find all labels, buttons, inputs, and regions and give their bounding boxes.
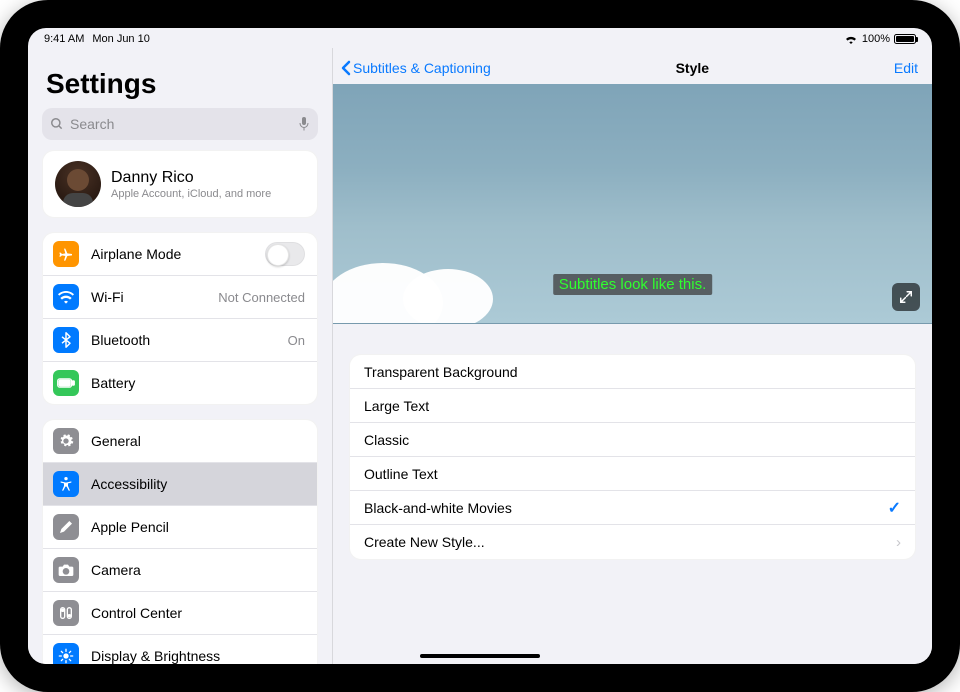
airplane-label: Airplane Mode — [91, 246, 265, 262]
account-sub: Apple Account, iCloud, and more — [111, 188, 271, 200]
bluetooth-detail: On — [288, 333, 305, 348]
settings-sidebar: Settings Search Danny Rico Apple Account… — [28, 48, 333, 664]
expand-icon — [899, 290, 913, 304]
subtitle-preview-area: Subtitles look like this. — [333, 84, 932, 324]
main-panel: Subtitles & Captioning Style Edit Subtit… — [333, 48, 932, 664]
wifi-settings-icon — [53, 284, 79, 310]
style-option-classic[interactable]: Classic — [350, 423, 915, 457]
chevron-left-icon — [341, 60, 351, 76]
search-field[interactable]: Search — [42, 108, 318, 140]
search-placeholder: Search — [70, 116, 298, 132]
control-center-label: Control Center — [91, 605, 305, 621]
sidebar-item-battery[interactable]: Battery — [43, 362, 317, 404]
cloud-graphic — [333, 223, 503, 324]
apple-pencil-label: Apple Pencil — [91, 519, 305, 535]
style-option-outline-text[interactable]: Outline Text — [350, 457, 915, 491]
back-label: Subtitles & Captioning — [353, 60, 491, 76]
chevron-right-icon: › — [896, 534, 901, 551]
sidebar-item-accessibility[interactable]: Accessibility — [43, 463, 317, 506]
bluetooth-icon — [53, 327, 79, 353]
style-option-large-text[interactable]: Large Text — [350, 389, 915, 423]
option-label: Black-and-white Movies — [364, 500, 888, 516]
airplane-toggle[interactable] — [265, 242, 305, 266]
back-button[interactable]: Subtitles & Captioning — [341, 60, 491, 76]
nav-bar: Subtitles & Captioning Style Edit — [333, 48, 932, 84]
edit-button[interactable]: Edit — [894, 60, 918, 76]
option-label: Transparent Background — [364, 364, 901, 380]
battery-settings-icon — [53, 370, 79, 396]
status-date: Mon Jun 10 — [92, 33, 149, 45]
wifi-detail: Not Connected — [218, 290, 305, 305]
sidebar-item-airplane[interactable]: Airplane Mode — [43, 233, 317, 276]
display-label: Display & Brightness — [91, 648, 305, 664]
camera-label: Camera — [91, 562, 305, 578]
pencil-icon — [53, 514, 79, 540]
sidebar-item-apple-pencil[interactable]: Apple Pencil — [43, 506, 317, 549]
wifi-label: Wi-Fi — [91, 289, 218, 305]
mic-icon[interactable] — [298, 116, 310, 132]
sidebar-item-bluetooth[interactable]: Bluetooth On — [43, 319, 317, 362]
style-option-create-new[interactable]: Create New Style... › — [350, 525, 915, 559]
camera-icon — [53, 557, 79, 583]
nav-title: Style — [676, 60, 709, 76]
subtitle-sample-text: Subtitles look like this. — [553, 274, 713, 295]
status-time: 9:41 AM — [44, 33, 84, 45]
expand-preview-button[interactable] — [892, 283, 920, 311]
settings-title: Settings — [36, 48, 324, 108]
option-label: Large Text — [364, 398, 901, 414]
sidebar-item-camera[interactable]: Camera — [43, 549, 317, 592]
general-label: General — [91, 433, 305, 449]
avatar — [55, 161, 101, 207]
status-bar: 9:41 AM Mon Jun 10 100% — [28, 28, 932, 48]
checkmark-icon: ✓ — [888, 498, 901, 518]
sidebar-item-display[interactable]: Display & Brightness — [43, 635, 317, 664]
battery-icon — [894, 34, 916, 44]
battery-percent: 100% — [862, 33, 890, 45]
search-icon — [50, 117, 64, 131]
sidebar-item-control-center[interactable]: Control Center — [43, 592, 317, 635]
style-option-transparent[interactable]: Transparent Background — [350, 355, 915, 389]
airplane-icon — [53, 241, 79, 267]
bluetooth-label: Bluetooth — [91, 332, 288, 348]
sidebar-item-general[interactable]: General — [43, 420, 317, 463]
control-center-icon — [53, 600, 79, 626]
option-label: Classic — [364, 432, 901, 448]
accessibility-icon — [53, 471, 79, 497]
brightness-icon — [53, 643, 79, 664]
style-option-bw-movies[interactable]: Black-and-white Movies ✓ — [350, 491, 915, 525]
wifi-icon — [844, 34, 858, 44]
option-label: Outline Text — [364, 466, 901, 482]
sidebar-item-wifi[interactable]: Wi-Fi Not Connected — [43, 276, 317, 319]
option-label: Create New Style... — [364, 534, 896, 550]
home-indicator[interactable] — [420, 654, 540, 658]
battery-label: Battery — [91, 375, 305, 391]
style-options-list: Transparent Background Large Text Classi… — [349, 354, 916, 560]
accessibility-label: Accessibility — [91, 476, 305, 492]
gear-icon — [53, 428, 79, 454]
account-name: Danny Rico — [111, 169, 271, 187]
account-row[interactable]: Danny Rico Apple Account, iCloud, and mo… — [43, 151, 317, 217]
